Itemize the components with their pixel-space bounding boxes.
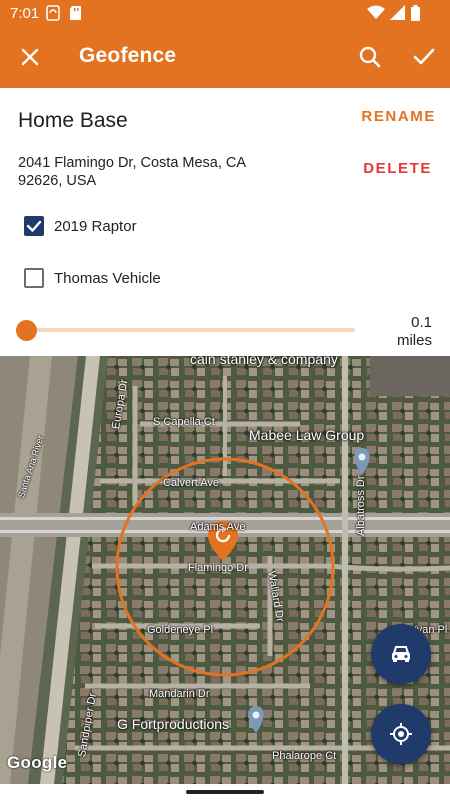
geofence-address: 2041 Flamingo Dr, Costa Mesa, CA 92626, … (18, 155, 246, 189)
vehicle-row-raptor[interactable]: 2019 Raptor (24, 214, 137, 238)
poi-label[interactable]: Mabee Law Group (249, 427, 364, 443)
search-icon (359, 46, 381, 68)
signal-icon (390, 5, 405, 25)
app-bar: Geofence (0, 26, 450, 88)
street-label: Phalarope Ct (272, 750, 337, 762)
vehicle-button[interactable] (371, 624, 431, 684)
vehicle-row-thomas[interactable]: Thomas Vehicle (24, 266, 161, 290)
nav-bar (0, 784, 450, 800)
street-label: Flamingo Dr (188, 562, 248, 574)
street-label: S Capella Ct (153, 416, 215, 428)
delete-button[interactable]: DELETE (363, 160, 432, 177)
battery-icon (411, 5, 420, 26)
map-view[interactable]: S Capella Ct Europa Dr Calvert Ave Adams… (0, 356, 450, 784)
radius-slider-thumb[interactable] (16, 320, 37, 341)
close-icon (21, 48, 39, 66)
street-label: Calvert Ave (163, 477, 220, 489)
street-label: Adams Ave (190, 521, 246, 533)
radius-readout: 0.1 miles (372, 314, 432, 350)
close-button[interactable] (16, 43, 44, 71)
status-bar: 7:01 (0, 0, 450, 26)
street-label: Mandarin Dr (149, 688, 210, 700)
geofence-panel: Home Base RENAME 2041 Flamingo Dr, Costa… (0, 88, 450, 356)
street-label: Goldeneye Pl (147, 624, 214, 636)
gps-target-icon (390, 723, 412, 745)
geofence-name: Home Base (18, 109, 128, 132)
street-label: Albatross Dr (355, 475, 367, 536)
vehicle-label: 2019 Raptor (54, 217, 137, 235)
save-button[interactable] (410, 43, 438, 71)
sync-icon (46, 5, 60, 26)
vehicle-checkbox-raptor[interactable] (24, 216, 44, 236)
sd-card-icon (69, 5, 82, 26)
wifi-icon (367, 5, 385, 25)
google-attribution: Google (7, 753, 68, 772)
radius-value: 0.1 (411, 314, 432, 331)
rename-button[interactable]: RENAME (361, 108, 436, 125)
vehicle-checkbox-thomas[interactable] (24, 268, 44, 288)
page-title: Geofence (79, 44, 177, 67)
checkmark-icon (26, 220, 42, 232)
my-location-button[interactable] (371, 704, 431, 764)
search-button[interactable] (356, 43, 384, 71)
radius-unit: miles (396, 332, 432, 349)
status-time: 7:01 (10, 5, 40, 22)
vehicle-label: Thomas Vehicle (54, 269, 161, 287)
radius-slider-track[interactable] (26, 328, 355, 332)
home-gesture-handle[interactable] (186, 790, 264, 794)
check-icon (413, 48, 435, 65)
poi-label[interactable]: cain stanley & company (190, 356, 338, 367)
car-icon (392, 646, 410, 662)
poi-label[interactable]: G Fortproductions (117, 716, 229, 732)
